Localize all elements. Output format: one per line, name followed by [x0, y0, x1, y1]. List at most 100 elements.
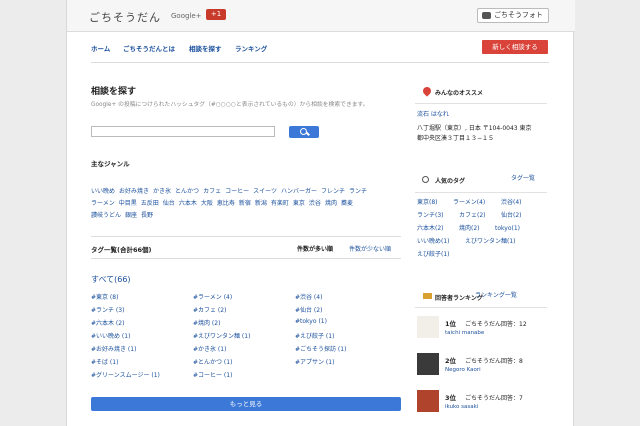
- genre-link[interactable]: とんかつ: [175, 188, 199, 195]
- genre-link[interactable]: 五反田: [141, 200, 159, 207]
- tag-link[interactable]: #えび餃子 (1): [295, 331, 334, 340]
- genre-link[interactable]: 焼肉: [325, 200, 337, 207]
- ranking-row[interactable]: 3位 ごちそうだん回答：7 ikuko sasaki: [417, 390, 547, 420]
- genre-link[interactable]: 東京: [293, 200, 305, 207]
- genre-link[interactable]: 新潟: [255, 200, 267, 207]
- tag-link[interactable]: #ランチ (3): [91, 305, 124, 314]
- genre-link[interactable]: 六本木: [179, 200, 197, 207]
- gochisou-photo-button[interactable]: ごちそうフォト: [477, 8, 549, 23]
- rank-points: ごちそうだん回答：12: [465, 321, 527, 328]
- tag-link[interactable]: #六本木 (2): [91, 318, 124, 327]
- tag-link[interactable]: #カフェ (2): [193, 305, 226, 314]
- genre-link[interactable]: いい晩め: [91, 188, 115, 195]
- genre-link[interactable]: 渋谷: [309, 200, 321, 207]
- rank-position: 1位: [445, 320, 457, 328]
- rank-position: 3位: [445, 394, 457, 402]
- top-bar: ごちそうだん Google+ +1 ごちそうフォト: [67, 0, 575, 32]
- tag-link[interactable]: #仙台 (2): [295, 305, 322, 314]
- avatar: [417, 316, 439, 338]
- shop-name[interactable]: 流石 はなれ: [417, 110, 449, 120]
- rank-user-name[interactable]: Negoro Kaori: [445, 367, 481, 373]
- divider: [415, 192, 547, 193]
- tag-link[interactable]: #コーヒー (1): [193, 370, 232, 379]
- genre-link[interactable]: 恵比寿: [217, 200, 235, 207]
- genre-link[interactable]: 銀座: [125, 212, 137, 219]
- nav-search[interactable]: 相談を探す: [189, 43, 222, 53]
- popular-tag-link[interactable]: ラーメン(4): [453, 198, 485, 208]
- recommend-title: みんなのオススメ: [435, 90, 484, 97]
- tag-link[interactable]: #アプサン (1): [295, 357, 334, 366]
- divider: [91, 62, 549, 63]
- ranking-row[interactable]: 1位 ごちそうだん回答：12 taichi manabe: [417, 316, 547, 346]
- popular-tag-link[interactable]: カフェ(2): [459, 211, 486, 221]
- magnifier-icon: [422, 176, 429, 183]
- tag-link[interactable]: #tokyo (1): [295, 318, 327, 325]
- all-tags-link[interactable]: すべて(66): [91, 274, 131, 285]
- tag-link[interactable]: #グリーンスムージー (1): [91, 370, 160, 379]
- tag-link[interactable]: #お好み焼き (1): [91, 344, 136, 353]
- nav-home[interactable]: ホーム: [91, 43, 110, 53]
- nav-ranking[interactable]: ランキング: [235, 43, 267, 53]
- avatar: [417, 353, 439, 375]
- shop-address-2: 都中央区湊３丁目１３−１５: [417, 135, 495, 142]
- nav-about[interactable]: ごちそうだんとは: [123, 43, 175, 53]
- more-button[interactable]: もっと見る: [91, 397, 401, 411]
- genre-list: いい晩め お好み焼き かき氷 とんかつ カフェ コーヒー スイーツ ハンバーガー フレンチ ランチ…: [91, 186, 381, 222]
- genre-link[interactable]: 有楽町: [271, 200, 289, 207]
- genre-link[interactable]: ラーメン: [91, 200, 115, 207]
- tag-link[interactable]: #かき氷 (1): [193, 344, 226, 353]
- tag-link[interactable]: #焼肉 (2): [193, 318, 220, 327]
- genre-link[interactable]: 仙台: [163, 200, 175, 207]
- search-button[interactable]: [289, 126, 319, 138]
- rank-user-name[interactable]: taichi manabe: [445, 330, 484, 336]
- tag-list-link[interactable]: タグ一覧: [511, 174, 535, 184]
- genre-link[interactable]: かき氷: [153, 188, 171, 195]
- popular-tag-link[interactable]: 六本木(2): [417, 224, 444, 234]
- ranking-row[interactable]: 2位 ごちそうだん回答：8 Negoro Kaori: [417, 353, 547, 383]
- genre-link[interactable]: フレンチ: [321, 188, 345, 195]
- search-input[interactable]: [91, 126, 275, 137]
- tag-link[interactable]: #東京 (8): [91, 292, 118, 301]
- divider: [415, 307, 547, 308]
- tag-link[interactable]: #えびワンタン麺 (1): [193, 331, 250, 340]
- popular-tag-link[interactable]: ランチ(3): [417, 211, 444, 221]
- divider: [415, 103, 547, 104]
- genre-link[interactable]: 新宿: [239, 200, 251, 207]
- site-logo[interactable]: ごちそうだん: [89, 9, 161, 25]
- tag-link[interactable]: #ラーメン (4): [193, 292, 232, 301]
- genre-link[interactable]: コーヒー: [225, 188, 249, 195]
- tag-link[interactable]: #いい晩め (1): [91, 331, 130, 340]
- genre-link[interactable]: 蕎麦: [341, 200, 353, 207]
- genre-link[interactable]: 中目黒: [119, 200, 137, 207]
- sort-least[interactable]: 件数が少ない順: [349, 244, 391, 253]
- tag-link[interactable]: #そば (1): [91, 357, 118, 366]
- google-label: Google+: [171, 12, 202, 20]
- popular-tag-link[interactable]: 東京(8): [417, 198, 438, 208]
- genre-link[interactable]: 讃岐うどん: [91, 212, 121, 219]
- genre-link[interactable]: ハンバーガー: [281, 188, 317, 195]
- tag-link[interactable]: #とんかつ (1): [193, 357, 232, 366]
- sort-most[interactable]: 件数が多い順: [297, 244, 333, 253]
- tag-link[interactable]: #渋谷 (4): [295, 292, 322, 301]
- shop-address-1: 八丁堀駅（東京）, 日本 〒104-0043 東京: [417, 125, 532, 132]
- popular-tag-link[interactable]: 焼肉(2): [459, 224, 480, 234]
- new-consult-button[interactable]: 新しく相談する: [482, 40, 548, 54]
- genre-link[interactable]: お好み焼き: [119, 188, 149, 195]
- rank-position: 2位: [445, 357, 457, 365]
- popular-tag-link[interactable]: いい晩め(1): [417, 237, 450, 247]
- genre-link[interactable]: スイーツ: [253, 188, 277, 195]
- genre-link[interactable]: 長野: [141, 212, 153, 219]
- tag-link[interactable]: #ごちそう探訪 (1): [295, 344, 346, 353]
- popular-tag-link[interactable]: えびワンタン麺(1): [465, 237, 516, 247]
- gplus-button[interactable]: +1: [206, 9, 226, 20]
- ranking-list-link[interactable]: ランキング一覧: [475, 291, 517, 301]
- rank-user-name[interactable]: ikuko sasaki: [445, 404, 478, 410]
- popular-tag-link[interactable]: 渋谷(4): [501, 198, 522, 208]
- genre-link[interactable]: ランチ: [349, 188, 367, 195]
- popular-tag-link[interactable]: tokyo(1): [495, 224, 520, 234]
- popular-tag-link[interactable]: えび餃子(1): [417, 250, 450, 260]
- genre-link[interactable]: カフェ: [203, 188, 221, 195]
- genre-link[interactable]: 大阪: [201, 200, 213, 207]
- map-pin-icon: [421, 85, 433, 97]
- popular-tag-link[interactable]: 仙台(2): [501, 211, 522, 221]
